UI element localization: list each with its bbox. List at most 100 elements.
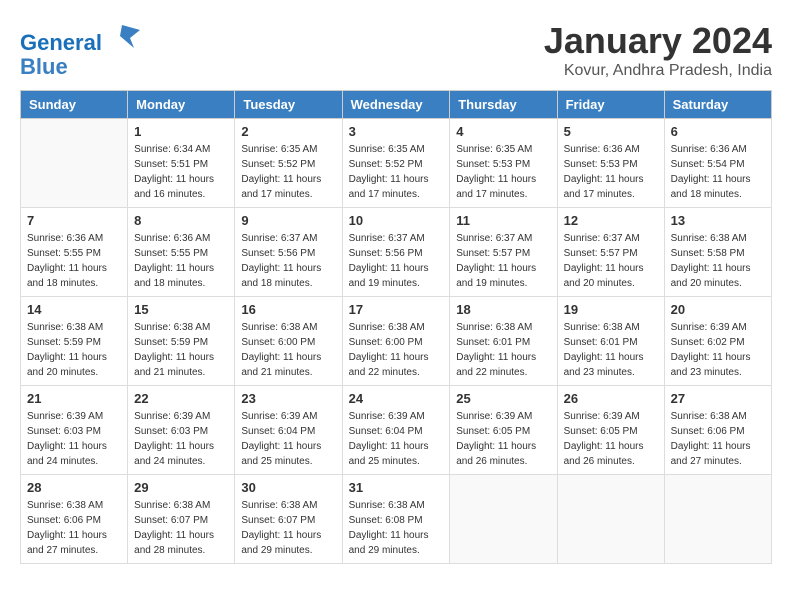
day-number: 14 (27, 302, 121, 317)
day-number: 26 (564, 391, 658, 406)
day-info: Sunrise: 6:39 AMSunset: 6:05 PMDaylight:… (564, 409, 658, 469)
day-info: Sunrise: 6:38 AMSunset: 6:06 PMDaylight:… (671, 409, 765, 469)
day-info: Sunrise: 6:38 AMSunset: 5:59 PMDaylight:… (27, 320, 121, 380)
day-info: Sunrise: 6:38 AMSunset: 5:58 PMDaylight:… (671, 231, 765, 291)
calendar-cell: 15 Sunrise: 6:38 AMSunset: 5:59 PMDayligh… (128, 297, 235, 386)
day-info: Sunrise: 6:35 AMSunset: 5:53 PMDaylight:… (456, 142, 550, 202)
calendar-cell: 31Sunrise: 6:38 AMSunset: 6:08 PMDayligh… (342, 475, 450, 564)
calendar-week-row: 14 Sunrise: 6:38 AMSunset: 5:59 PMDayligh… (21, 297, 772, 386)
weekday-header: Thursday (450, 91, 557, 119)
calendar-week-row: 21Sunrise: 6:39 AMSunset: 6:03 PMDayligh… (21, 386, 772, 475)
calendar-cell: 23Sunrise: 6:39 AMSunset: 6:04 PMDayligh… (235, 386, 342, 475)
day-number: 8 (134, 213, 228, 228)
calendar-cell: 29 Sunrise: 6:38 AMSunset: 6:07 PMDayligh… (128, 475, 235, 564)
calendar-cell: 11Sunrise: 6:37 AMSunset: 5:57 PMDayligh… (450, 208, 557, 297)
day-info: Sunrise: 6:38 AMSunset: 6:01 PMDaylight:… (564, 320, 658, 380)
day-number: 5 (564, 124, 658, 139)
day-number: 10 (349, 213, 444, 228)
calendar-cell: 4Sunrise: 6:35 AMSunset: 5:53 PMDaylight… (450, 119, 557, 208)
calendar-cell: 21Sunrise: 6:39 AMSunset: 6:03 PMDayligh… (21, 386, 128, 475)
day-info: Sunrise: 6:35 AMSunset: 5:52 PMDaylight:… (349, 142, 444, 202)
calendar-cell: 24Sunrise: 6:39 AMSunset: 6:04 PMDayligh… (342, 386, 450, 475)
calendar-cell: 3 Sunrise: 6:35 AMSunset: 5:52 PMDaylight… (342, 119, 450, 208)
day-number: 6 (671, 124, 765, 139)
calendar-cell: 20 Sunrise: 6:39 AMSunset: 6:02 PMDayligh… (664, 297, 771, 386)
calendar-cell: 12Sunrise: 6:37 AMSunset: 5:57 PMDayligh… (557, 208, 664, 297)
calendar-header-row: SundayMondayTuesdayWednesdayThursdayFrid… (21, 91, 772, 119)
day-info: Sunrise: 6:36 AMSunset: 5:54 PMDaylight:… (671, 142, 765, 202)
logo: General Blue (20, 20, 142, 79)
calendar-cell: 27 Sunrise: 6:38 AMSunset: 6:06 PMDayligh… (664, 386, 771, 475)
calendar-week-row: 28 Sunrise: 6:38 AMSunset: 6:06 PMDayligh… (21, 475, 772, 564)
day-number: 30 (241, 480, 335, 495)
calendar-cell: 14 Sunrise: 6:38 AMSunset: 5:59 PMDayligh… (21, 297, 128, 386)
day-number: 3 (349, 124, 444, 139)
weekday-header: Sunday (21, 91, 128, 119)
day-number: 15 (134, 302, 228, 317)
day-info: Sunrise: 6:39 AMSunset: 6:05 PMDaylight:… (456, 409, 550, 469)
month-title: January 2024 (544, 20, 772, 62)
weekday-header: Monday (128, 91, 235, 119)
day-info: Sunrise: 6:38 AMSunset: 6:07 PMDaylight:… (134, 498, 228, 558)
day-number: 19 (564, 302, 658, 317)
calendar-cell (21, 119, 128, 208)
calendar-cell: 1 Sunrise: 6:34 AMSunset: 5:51 PMDaylight… (128, 119, 235, 208)
day-info: Sunrise: 6:38 AMSunset: 6:00 PMDaylight:… (241, 320, 335, 380)
day-info: Sunrise: 6:37 AMSunset: 5:56 PMDaylight:… (241, 231, 335, 291)
weekday-header: Tuesday (235, 91, 342, 119)
logo-bird-icon (112, 20, 142, 50)
day-number: 11 (456, 213, 550, 228)
day-number: 27 (671, 391, 765, 406)
day-info: Sunrise: 6:38 AMSunset: 6:07 PMDaylight:… (241, 498, 335, 558)
day-info: Sunrise: 6:39 AMSunset: 6:03 PMDaylight:… (27, 409, 121, 469)
calendar-week-row: 1 Sunrise: 6:34 AMSunset: 5:51 PMDaylight… (21, 119, 772, 208)
day-info: Sunrise: 6:38 AMSunset: 6:06 PMDaylight:… (27, 498, 121, 558)
day-info: Sunrise: 6:34 AMSunset: 5:51 PMDaylight:… (134, 142, 228, 202)
day-info: Sunrise: 6:39 AMSunset: 6:03 PMDaylight:… (134, 409, 228, 469)
day-number: 23 (241, 391, 335, 406)
day-number: 17 (349, 302, 444, 317)
day-number: 1 (134, 124, 228, 139)
day-number: 16 (241, 302, 335, 317)
weekday-header: Wednesday (342, 91, 450, 119)
day-info: Sunrise: 6:38 AMSunset: 5:59 PMDaylight:… (134, 320, 228, 380)
day-info: Sunrise: 6:39 AMSunset: 6:02 PMDaylight:… (671, 320, 765, 380)
day-info: Sunrise: 6:38 AMSunset: 6:01 PMDaylight:… (456, 320, 550, 380)
logo-line2: Blue (20, 55, 142, 79)
day-info: Sunrise: 6:36 AMSunset: 5:55 PMDaylight:… (134, 231, 228, 291)
day-number: 22 (134, 391, 228, 406)
calendar-cell: 17Sunrise: 6:38 AMSunset: 6:00 PMDayligh… (342, 297, 450, 386)
day-number: 7 (27, 213, 121, 228)
calendar-table: SundayMondayTuesdayWednesdayThursdayFrid… (20, 90, 772, 564)
day-number: 13 (671, 213, 765, 228)
day-info: Sunrise: 6:36 AMSunset: 5:53 PMDaylight:… (564, 142, 658, 202)
day-number: 29 (134, 480, 228, 495)
calendar-week-row: 7 Sunrise: 6:36 AMSunset: 5:55 PMDaylight… (21, 208, 772, 297)
day-number: 25 (456, 391, 550, 406)
logo-line1: General (20, 30, 102, 55)
day-number: 24 (349, 391, 444, 406)
calendar-cell: 8 Sunrise: 6:36 AMSunset: 5:55 PMDaylight… (128, 208, 235, 297)
calendar-cell: 25 Sunrise: 6:39 AMSunset: 6:05 PMDayligh… (450, 386, 557, 475)
logo-text: General (20, 20, 142, 55)
day-number: 20 (671, 302, 765, 317)
calendar-cell: 19 Sunrise: 6:38 AMSunset: 6:01 PMDayligh… (557, 297, 664, 386)
day-number: 28 (27, 480, 121, 495)
day-number: 31 (349, 480, 444, 495)
calendar-cell (450, 475, 557, 564)
calendar-cell: 6 Sunrise: 6:36 AMSunset: 5:54 PMDaylight… (664, 119, 771, 208)
day-number: 9 (241, 213, 335, 228)
calendar-cell: 7 Sunrise: 6:36 AMSunset: 5:55 PMDaylight… (21, 208, 128, 297)
day-info: Sunrise: 6:37 AMSunset: 5:57 PMDaylight:… (564, 231, 658, 291)
calendar-cell: 16 Sunrise: 6:38 AMSunset: 6:00 PMDayligh… (235, 297, 342, 386)
day-info: Sunrise: 6:35 AMSunset: 5:52 PMDaylight:… (241, 142, 335, 202)
weekday-header: Friday (557, 91, 664, 119)
day-info: Sunrise: 6:37 AMSunset: 5:56 PMDaylight:… (349, 231, 444, 291)
day-info: Sunrise: 6:36 AMSunset: 5:55 PMDaylight:… (27, 231, 121, 291)
calendar-cell: 2Sunrise: 6:35 AMSunset: 5:52 PMDaylight… (235, 119, 342, 208)
page-header: General Blue January 2024 Kovur, Andhra … (20, 20, 772, 80)
day-number: 18 (456, 302, 550, 317)
calendar-cell: 5 Sunrise: 6:36 AMSunset: 5:53 PMDaylight… (557, 119, 664, 208)
calendar-cell (557, 475, 664, 564)
calendar-cell: 28 Sunrise: 6:38 AMSunset: 6:06 PMDayligh… (21, 475, 128, 564)
